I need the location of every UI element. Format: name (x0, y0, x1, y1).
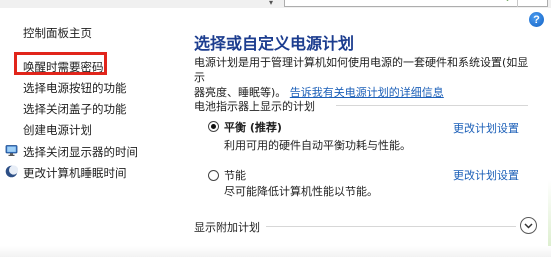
go-check-icon (503, 0, 512, 2)
page-description: 电源计划是用于管理计算机如何使用电源的一套硬件和系统设置(如显示 器亮度、睡眠等… (194, 55, 534, 100)
additional-plans-divider (266, 226, 516, 227)
sidebar-item-close-lid[interactable]: 选择关闭盖子的功能 (23, 101, 127, 117)
sidebar-item-control-panel-home[interactable]: 控制面板主页 (23, 25, 92, 41)
history-chevron-icon[interactable]: ▾ (269, 0, 273, 7)
moon-icon (5, 165, 18, 178)
radio-balanced[interactable] (208, 121, 219, 132)
description-line-1: 电源计划是用于管理计算机如何使用电源的一套硬件和系统设置(如显示 (194, 56, 529, 84)
sidebar-item-display-off[interactable]: 选择关闭显示器的时间 (23, 144, 138, 160)
chevron-down-icon (524, 222, 533, 229)
group-divider (336, 105, 528, 106)
address-bar[interactable] (284, 0, 548, 7)
help-icon[interactable]: ? (529, 12, 544, 27)
show-additional-plans-label[interactable]: 显示附加计划 (194, 219, 260, 235)
plan-name-balanced[interactable]: 平衡 (推荐) (224, 119, 282, 135)
sidebar: 控制面板主页 唤醒时需要密码 选择电源按钮的功能 选择关闭盖子的功能 创建电源计… (0, 0, 188, 257)
sidebar-item-power-button[interactable]: 选择电源按钮的功能 (23, 80, 127, 96)
group-header: 电池指示器上显示的计划 (194, 100, 315, 113)
sidebar-item-create-plan[interactable]: 创建电源计划 (23, 122, 92, 138)
plan-name-power-saver[interactable]: 节能 (224, 167, 246, 183)
bottom-edge (0, 246, 551, 257)
page-title: 选择或自定义电源计划 (194, 34, 355, 53)
plan-description-balanced: 利用可用的硬件自动平衡功耗与性能。 (224, 139, 411, 152)
expand-additional-plans-button[interactable] (520, 217, 537, 234)
address-bar-separator (517, 0, 518, 7)
radio-power-saver[interactable] (208, 170, 219, 181)
sidebar-item-sleep-time[interactable]: 更改计算机睡眠时间 (23, 165, 127, 181)
change-plan-settings-power-saver-link[interactable]: 更改计划设置 (453, 167, 519, 183)
sidebar-item-require-password-on-wake[interactable]: 唤醒时需要密码 (23, 59, 104, 75)
plan-description-power-saver: 尽可能降低计算机性能以节能。 (224, 185, 378, 198)
change-plan-settings-balanced-link[interactable]: 更改计划设置 (453, 120, 519, 136)
monitor-icon (5, 145, 18, 156)
